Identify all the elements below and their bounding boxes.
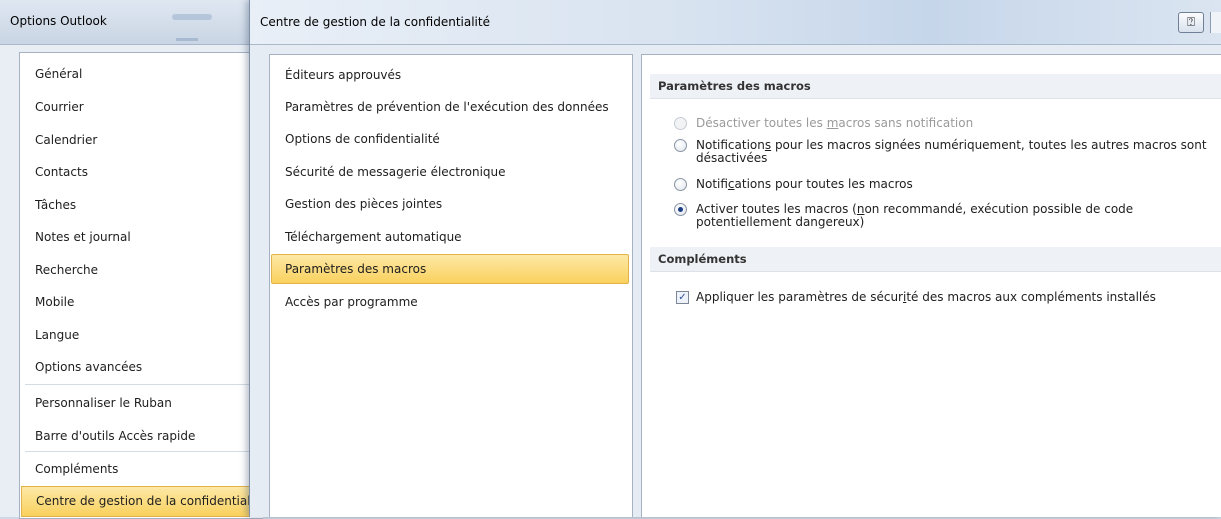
apply-macro-security-to-addins-checkbox-row[interactable]: ✓ Appliquer les paramètres de sécurité d… bbox=[676, 290, 1216, 304]
apply-macro-security-label: Appliquer les paramètres de sécurité des… bbox=[696, 290, 1156, 304]
macro-option-label: Notifications pour toutes les macros bbox=[696, 177, 913, 191]
outlook-nav-item[interactable]: Calendrier bbox=[21, 125, 259, 156]
macro-settings-panel: Paramètres des macros Désactiver toutes … bbox=[641, 54, 1221, 517]
trust-category-item[interactable]: Gestion des pièces jointes bbox=[272, 189, 628, 219]
trust-category-item[interactable]: Téléchargement automatique bbox=[272, 222, 628, 252]
outlook-nav-item[interactable]: Options avancées bbox=[21, 352, 259, 383]
macro-option-row[interactable]: Activer toutes les macros (non recommand… bbox=[674, 202, 1216, 229]
macro-option-label: Activer toutes les macros (non recommand… bbox=[696, 202, 1134, 229]
macro-option-radio[interactable] bbox=[674, 139, 687, 152]
outlook-nav-item[interactable]: Langue bbox=[21, 320, 259, 351]
outlook-nav-item[interactable]: Général bbox=[21, 59, 259, 90]
outlook-titlebar: Options Outlook bbox=[0, 0, 262, 45]
nav-separator bbox=[25, 384, 261, 385]
macro-option-row[interactable]: Notifications pour les macros signées nu… bbox=[674, 138, 1216, 165]
trust-center-category-list: Éditeurs approuvés Paramètres de préventi… bbox=[269, 54, 633, 517]
help-button[interactable]: ⍰ bbox=[1178, 12, 1204, 33]
addins-heading: Compléments bbox=[650, 247, 1221, 272]
macro-option-label: Notifications pour les macros signées nu… bbox=[696, 138, 1207, 165]
nav-separator bbox=[25, 451, 261, 452]
macro-option-radio bbox=[674, 117, 687, 130]
question-mark-icon: ⍰ bbox=[1187, 15, 1195, 30]
outlook-nav-item[interactable]: Mobile bbox=[21, 287, 259, 318]
trust-category-item[interactable]: Éditeurs approuvés bbox=[272, 60, 628, 90]
macro-settings-heading: Paramètres des macros bbox=[650, 74, 1221, 99]
trust-category-item[interactable]: Paramètres de prévention de l'exécution … bbox=[272, 92, 628, 122]
outlook-nav-item[interactable]: Barre d'outils Accès rapide bbox=[21, 421, 259, 452]
trust-center-titlebar: Centre de gestion de la confidentialité … bbox=[250, 0, 1221, 45]
macro-option-label: Désactiver toutes les macros sans notifi… bbox=[696, 116, 974, 130]
outlook-nav-item[interactable]: Recherche bbox=[21, 255, 259, 286]
outlook-nav-item[interactable]: Tâches bbox=[21, 190, 259, 221]
outlook-nav-item[interactable]: Notes et journal bbox=[21, 222, 259, 253]
titlebar-blur bbox=[172, 14, 212, 20]
outlook-nav-item[interactable]: Compléments bbox=[21, 454, 259, 485]
outlook-nav-list: Général Courrier Calendrier Contacts Tâches N… bbox=[19, 52, 263, 519]
titlebar-blur-line bbox=[176, 38, 198, 41]
macro-option-radio[interactable] bbox=[674, 203, 687, 216]
macro-option-radio[interactable] bbox=[674, 178, 687, 191]
macro-option-row[interactable]: Notifications pour toutes les macros bbox=[674, 177, 1216, 191]
trust-category-item[interactable]: Sécurité de messagerie électronique bbox=[272, 157, 628, 187]
apply-macro-security-checkbox[interactable]: ✓ bbox=[676, 291, 689, 304]
outlook-nav-item[interactable]: Courrier bbox=[21, 92, 259, 123]
trust-category-item[interactable]: Paramètres des macros bbox=[271, 254, 629, 284]
trust-category-item[interactable]: Accès par programme bbox=[272, 287, 628, 317]
outlook-options-window: Options Outlook Général Courrier Calendrie… bbox=[0, 0, 263, 519]
outlook-nav-item[interactable]: Centre de gestion de la confidentialité bbox=[21, 486, 259, 517]
outlook-nav-item[interactable]: Personnaliser le Ruban bbox=[21, 388, 259, 419]
trust-center-dialog: Centre de gestion de la confidentialité … bbox=[249, 0, 1221, 517]
outlook-nav-item[interactable]: Contacts bbox=[21, 157, 259, 188]
outlook-window-title: Options Outlook bbox=[10, 14, 107, 28]
macro-option-row: Désactiver toutes les macros sans notifi… bbox=[674, 116, 1216, 130]
close-button-edge[interactable] bbox=[1210, 12, 1221, 33]
trust-center-title: Centre de gestion de la confidentialité bbox=[260, 15, 490, 29]
trust-category-item[interactable]: Options de confidentialité bbox=[272, 124, 628, 154]
